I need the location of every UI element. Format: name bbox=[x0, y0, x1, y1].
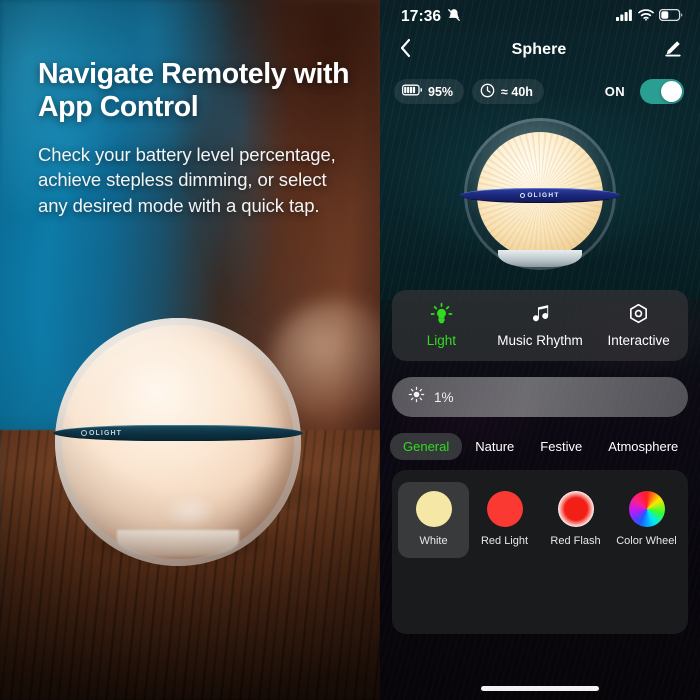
power-state-label: ON bbox=[604, 84, 625, 99]
tab-nature[interactable]: Nature bbox=[462, 433, 527, 460]
runtime-value: ≈ 40h bbox=[501, 84, 533, 99]
preset-category-tabs: General Nature Festive Atmosphere bbox=[390, 433, 690, 460]
preset-swatch-panel: White Red Light Red Flash Color Wheel bbox=[392, 470, 688, 634]
device-hero-image: OLIGHT bbox=[380, 104, 700, 294]
lamp-render-base bbox=[498, 250, 582, 267]
marketing-headline: Navigate Remotely with App Control bbox=[38, 58, 350, 124]
preset-white-label: White bbox=[419, 535, 448, 547]
tab-general[interactable]: General bbox=[390, 433, 463, 460]
battery-icon bbox=[658, 8, 683, 26]
music-note-icon bbox=[529, 301, 552, 326]
mode-music-rhythm[interactable]: Music Rhythm bbox=[491, 301, 590, 348]
hexagon-gear-icon bbox=[627, 301, 650, 326]
sphere-lamp-render: OLIGHT bbox=[438, 104, 642, 294]
marketing-body: Check your battery level percentage, ach… bbox=[38, 143, 336, 216]
battery-percent-value: 95% bbox=[428, 84, 454, 99]
phone-screenshot-panel: 17:36 Sphere 95% ≈ 40h ON OLIGHT Light M… bbox=[380, 0, 700, 700]
status-bar-left: 17:36 bbox=[401, 8, 461, 27]
tab-atmosphere[interactable]: Atmosphere bbox=[595, 433, 691, 460]
olight-brand-mark-icon bbox=[520, 193, 526, 198]
wifi-icon bbox=[638, 8, 654, 26]
preset-red-light-label: Red Light bbox=[480, 535, 529, 547]
device-status-row: 95% ≈ 40h ON bbox=[380, 66, 700, 104]
cellular-signal-icon bbox=[616, 8, 633, 26]
mode-list: Light Music Rhythm Interactive bbox=[392, 290, 688, 361]
mode-interactive[interactable]: Interactive bbox=[589, 301, 688, 348]
preset-white[interactable]: White bbox=[398, 482, 469, 558]
brightness-slider[interactable]: 1% bbox=[392, 377, 688, 417]
bell-slash-icon bbox=[447, 8, 461, 27]
app-content: 17:36 Sphere 95% ≈ 40h ON OLIGHT Light M… bbox=[380, 0, 700, 634]
edit-device-button[interactable] bbox=[660, 37, 686, 63]
home-indicator[interactable] bbox=[481, 686, 599, 691]
marketing-panel: OLIGHT Navigate Remotely with App Contro… bbox=[0, 0, 380, 700]
battery-full-icon bbox=[401, 84, 423, 99]
marketing-copy: Navigate Remotely with App Control Check… bbox=[38, 58, 353, 218]
page-title: Sphere bbox=[511, 41, 567, 58]
tab-festive[interactable]: Festive bbox=[527, 433, 595, 460]
chevron-left-icon bbox=[399, 38, 412, 63]
mode-selector-card: Light Music Rhythm Interactive bbox=[392, 290, 688, 361]
runtime-status-pill[interactable]: ≈ 40h bbox=[472, 79, 544, 104]
lamp-render-band: OLIGHT bbox=[460, 188, 620, 203]
swatch-white-icon bbox=[415, 491, 452, 527]
swatch-color-wheel-icon bbox=[628, 491, 665, 527]
preset-red-light[interactable]: Red Light bbox=[469, 482, 540, 558]
ios-status-bar: 17:36 bbox=[380, 0, 700, 34]
screenshot-root: OLIGHT Navigate Remotely with App Contro… bbox=[0, 0, 700, 700]
app-nav-bar: Sphere bbox=[380, 34, 700, 66]
olight-brand-logo: OLIGHT bbox=[520, 192, 559, 199]
swatch-red-flash-icon bbox=[557, 491, 594, 527]
status-bar-right bbox=[616, 8, 683, 26]
olight-brand-text: OLIGHT bbox=[527, 192, 560, 199]
preset-color-wheel[interactable]: Color Wheel bbox=[611, 482, 682, 558]
preset-red-flash-label: Red Flash bbox=[550, 535, 601, 547]
mode-interactive-label: Interactive bbox=[607, 333, 670, 348]
battery-status-pill[interactable]: 95% bbox=[394, 79, 465, 104]
light-bulb-icon bbox=[430, 301, 453, 326]
pencil-edit-icon bbox=[664, 39, 682, 62]
preset-red-flash[interactable]: Red Flash bbox=[540, 482, 611, 558]
toggle-knob bbox=[661, 81, 682, 102]
status-bar-clock: 17:36 bbox=[401, 8, 442, 25]
back-button[interactable] bbox=[392, 37, 418, 63]
brightness-value: 1% bbox=[434, 389, 454, 405]
power-toggle-switch[interactable] bbox=[640, 79, 684, 104]
clock-icon bbox=[480, 83, 495, 101]
brightness-sun-icon bbox=[408, 386, 425, 408]
mode-light[interactable]: Light bbox=[392, 301, 491, 348]
preset-color-wheel-label: Color Wheel bbox=[616, 535, 677, 547]
mode-light-label: Light bbox=[426, 333, 456, 348]
swatch-red-light-icon bbox=[486, 491, 523, 527]
mode-music-rhythm-label: Music Rhythm bbox=[497, 333, 583, 348]
